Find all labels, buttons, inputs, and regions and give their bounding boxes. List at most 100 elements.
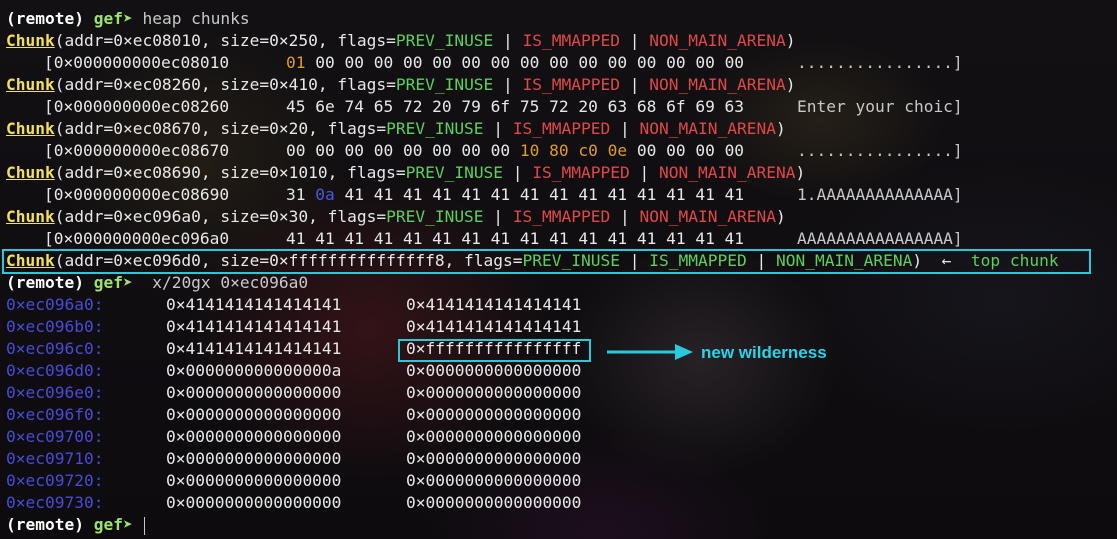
flag-non-main-arena: NON_MAIN_ARENA bbox=[659, 163, 796, 182]
prompt-line-1: (remote) gef➤ heap chunks bbox=[6, 8, 250, 30]
memory-value: 0×4141414141414141 bbox=[166, 295, 342, 314]
top-chunk-label: top chunk bbox=[970, 251, 1059, 270]
flag-sep: | bbox=[483, 207, 513, 226]
flag-sep: | bbox=[610, 119, 640, 138]
flag-prev-inuse: PREV_INUSE bbox=[386, 207, 484, 226]
memory-address: 0×ec09710: bbox=[6, 449, 104, 468]
memory-address: 0×ec096e0: bbox=[6, 383, 104, 402]
memory-value: 0×0000000000000000 bbox=[406, 405, 582, 424]
memory-address: 0×ec09700: bbox=[6, 427, 104, 446]
flag-sep: | bbox=[620, 251, 650, 270]
memory-value: 0×0000000000000000 bbox=[406, 471, 582, 490]
chunk-ascii: Enter your choic] bbox=[797, 97, 963, 116]
flag-sep: | bbox=[620, 75, 650, 94]
dump-addr: [0×000000000ec08670 bbox=[44, 141, 230, 160]
memory-value: 0×0000000000000000 bbox=[166, 405, 342, 424]
chunk-addr-text: (addr=0×ec08010, size=0×250, flags= bbox=[54, 31, 396, 50]
chunk-dump: [0×000000000ec08670 bbox=[44, 140, 229, 162]
top-chunk-header: Chunk(addr=0×ec096d0, size=0×fffffffffff… bbox=[6, 250, 1059, 272]
memory-value: 0×0000000000000000 bbox=[166, 471, 342, 490]
flag-sep: | bbox=[610, 207, 640, 226]
chunk-addr-text: (addr=0×ec08690, size=0×1010, flags= bbox=[54, 163, 406, 182]
chunk-dump: [0×000000000ec08690 bbox=[44, 184, 229, 206]
flag-sep: | bbox=[493, 31, 523, 50]
flag-sep: | bbox=[503, 163, 533, 182]
chunk-dump: [0×000000000ec08260 bbox=[44, 96, 229, 118]
flag-sep: | bbox=[620, 31, 650, 50]
chunk-header: Chunk(addr=0×ec08010, size=0×250, flags=… bbox=[6, 30, 795, 52]
text-cursor bbox=[144, 516, 146, 535]
flag-non-main-arena: NON_MAIN_ARENA bbox=[639, 207, 776, 226]
chunk-addr-text: (addr=0×ec096a0, size=0×30, flags= bbox=[54, 207, 387, 226]
arrow-right-icon bbox=[607, 344, 693, 360]
terminal-window[interactable]: (remote) gef➤ heap chunks Chunk(addr=0×e… bbox=[0, 0, 1117, 539]
flag-is-mmapped: IS_MMAPPED bbox=[522, 75, 621, 94]
chunk-bytes: 01 00 00 00 00 00 00 00 00 00 00 00 00 0… bbox=[286, 52, 744, 74]
chunk-label: Chunk bbox=[6, 251, 55, 270]
memory-value: 0×0000000000000000 bbox=[166, 493, 342, 512]
chunk-header: Chunk(addr=0×ec096a0, size=0×30, flags=P… bbox=[6, 206, 786, 228]
paren-close: ) bbox=[775, 207, 786, 226]
chunk-dump: [0×000000000ec096a0 bbox=[44, 228, 229, 250]
memory-value: 0×4141414141414141 bbox=[406, 317, 582, 336]
flag-prev-inuse: PREV_INUSE bbox=[522, 251, 620, 270]
chunk-label: Chunk bbox=[6, 119, 55, 138]
chunk-addr-text: (addr=0×ec08260, size=0×410, flags= bbox=[54, 75, 396, 94]
memory-address: 0×ec096a0: bbox=[6, 295, 104, 314]
prompt-line-2: (remote) gef➤ x/20gx 0×ec096a0 bbox=[6, 272, 308, 294]
memory-value: 0×000000000000000a bbox=[166, 361, 342, 380]
memory-value: 0×0000000000000000 bbox=[166, 449, 342, 468]
paren-close: ) bbox=[912, 251, 923, 270]
flag-prev-inuse: PREV_INUSE bbox=[386, 119, 484, 138]
prompt-gef: gef➤ bbox=[93, 273, 133, 292]
new-wilderness-annotation: new wilderness bbox=[701, 343, 827, 362]
dump-addr: [0×000000000ec08260 bbox=[44, 97, 230, 116]
flag-is-mmapped: IS_MMAPPED bbox=[532, 163, 630, 182]
paren-close: ) bbox=[775, 119, 786, 138]
chunk-addr-text: (addr=0×ec08670, size=0×20, flags= bbox=[54, 119, 387, 138]
flag-non-main-arena: NON_MAIN_ARENA bbox=[649, 31, 786, 50]
prompt-remote: (remote) bbox=[6, 9, 84, 28]
dump-addr: [0×000000000ec08010 bbox=[44, 53, 230, 72]
flag-sep: | bbox=[493, 75, 523, 94]
flag-non-main-arena: NON_MAIN_ARENA bbox=[775, 251, 913, 270]
bytes-pre: 00 00 00 00 00 00 00 00 bbox=[286, 141, 520, 160]
bytes-pre: 31 bbox=[286, 185, 316, 204]
flag-is-mmapped: IS_MMAPPED bbox=[512, 119, 611, 138]
flag-is-mmapped: IS_MMAPPED bbox=[649, 251, 747, 270]
left-arrow-icon: ← bbox=[922, 251, 971, 270]
memory-value: 0×0000000000000000 bbox=[406, 449, 582, 468]
command-examine: x/20gx 0×ec096a0 bbox=[152, 273, 309, 292]
chunk-dump: [0×000000000ec08010 bbox=[44, 52, 229, 74]
memory-value: 0×0000000000000000 bbox=[406, 383, 582, 402]
prompt-gef: gef➤ bbox=[93, 515, 133, 534]
chunk-header: Chunk(addr=0×ec08690, size=0×1010, flags… bbox=[6, 162, 805, 184]
chunk-bytes: 00 00 00 00 00 00 00 00 10 80 c0 0e 00 0… bbox=[286, 140, 744, 162]
memory-value: 0×0000000000000000 bbox=[166, 427, 342, 446]
flag-sep: | bbox=[746, 251, 776, 270]
bytes-post: 41 41 41 41 41 41 41 41 41 41 41 41 41 4… bbox=[334, 185, 745, 204]
memory-value: 0×0000000000000000 bbox=[406, 493, 582, 512]
bytes-highlight: 10 80 c0 0e bbox=[519, 141, 628, 160]
prompt-remote: (remote) bbox=[6, 515, 84, 534]
flag-sep: | bbox=[483, 119, 513, 138]
memory-value: 0×4141414141414141 bbox=[166, 317, 342, 336]
bytes-post: 00 00 00 00 bbox=[627, 141, 745, 160]
chunk-label: Chunk bbox=[6, 75, 55, 94]
bytes-rest: 00 00 00 00 00 00 00 00 00 00 00 00 00 0… bbox=[305, 53, 745, 72]
paren-close: ) bbox=[785, 31, 796, 50]
memory-address: 0×ec096b0: bbox=[6, 317, 104, 336]
flag-non-main-arena: NON_MAIN_ARENA bbox=[639, 119, 776, 138]
command-heap-chunks: heap chunks bbox=[142, 9, 250, 28]
chunk-ascii: ................] bbox=[797, 141, 963, 160]
memory-address: 0×ec09720: bbox=[6, 471, 104, 490]
chunk-header: Chunk(addr=0×ec08670, size=0×20, flags=P… bbox=[6, 118, 786, 140]
chunk-ascii: AAAAAAAAAAAAAAAA] bbox=[797, 229, 963, 248]
flag-non-main-arena: NON_MAIN_ARENA bbox=[649, 75, 786, 94]
bytes-highlight: 0a bbox=[315, 185, 335, 204]
flag-prev-inuse: PREV_INUSE bbox=[405, 163, 504, 182]
bytes-highlight: 01 bbox=[286, 53, 306, 72]
memory-value: 0×0000000000000000 bbox=[406, 361, 582, 380]
flag-is-mmapped: IS_MMAPPED bbox=[512, 207, 611, 226]
prompt-line-3[interactable]: (remote) gef➤ bbox=[6, 514, 146, 536]
